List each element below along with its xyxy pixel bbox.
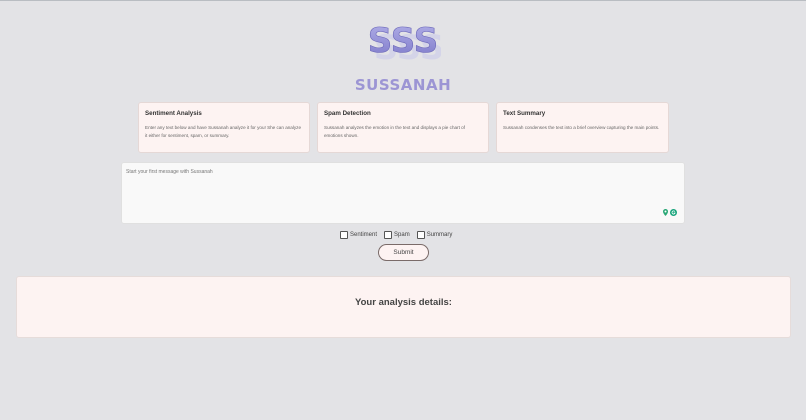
location-pin-icon[interactable] bbox=[663, 209, 668, 216]
card-title: Text Summary bbox=[503, 110, 546, 117]
input-tools bbox=[663, 209, 677, 216]
card-title: Sentiment Analysis bbox=[145, 110, 202, 117]
message-input[interactable] bbox=[126, 169, 646, 175]
message-box[interactable] bbox=[121, 162, 685, 224]
option-label: Summary bbox=[426, 232, 453, 238]
option-summary[interactable]: Summary bbox=[416, 231, 453, 239]
option-spam[interactable]: Spam bbox=[384, 231, 410, 239]
grammar-assistant-icon[interactable] bbox=[670, 209, 677, 216]
submit-button[interactable]: Submit bbox=[378, 244, 429, 261]
feature-cards: Sentiment Analysis Enter any text below … bbox=[138, 102, 669, 153]
card-spam-detection: Spam Detection Sussanah analyzes the emo… bbox=[317, 102, 489, 153]
analysis-panel: Your analysis details: bbox=[16, 276, 791, 338]
summary-checkbox[interactable] bbox=[416, 231, 425, 239]
card-sentiment-analysis: Sentiment Analysis Enter any text below … bbox=[138, 102, 310, 153]
sentiment-checkbox[interactable] bbox=[340, 231, 348, 239]
card-text: Enter any text below and have Sussanah a… bbox=[145, 125, 302, 138]
analysis-options: Sentiment Spam Summary bbox=[340, 231, 459, 239]
card-title: Spam Detection bbox=[324, 110, 371, 117]
logo-icon: SSS SSS bbox=[367, 21, 444, 68]
card-text-summary: Text Summary Sussanah condenses the text… bbox=[496, 102, 669, 153]
spam-checkbox[interactable] bbox=[384, 231, 393, 239]
logo-text: SSS bbox=[368, 21, 438, 61]
option-sentiment[interactable]: Sentiment bbox=[340, 231, 377, 239]
card-text: Sussanah condenses the text into a brief… bbox=[503, 125, 660, 130]
logo: SSS SSS bbox=[365, 18, 444, 68]
top-border bbox=[0, 0, 806, 1]
option-label: Sentiment bbox=[350, 232, 378, 238]
card-text: Sussanah analyzes the emotion in the tex… bbox=[324, 125, 465, 138]
analysis-title: Your analysis details: bbox=[355, 297, 452, 308]
brand-name: SUSSANAH bbox=[354, 76, 452, 94]
option-label: Spam bbox=[394, 232, 410, 238]
